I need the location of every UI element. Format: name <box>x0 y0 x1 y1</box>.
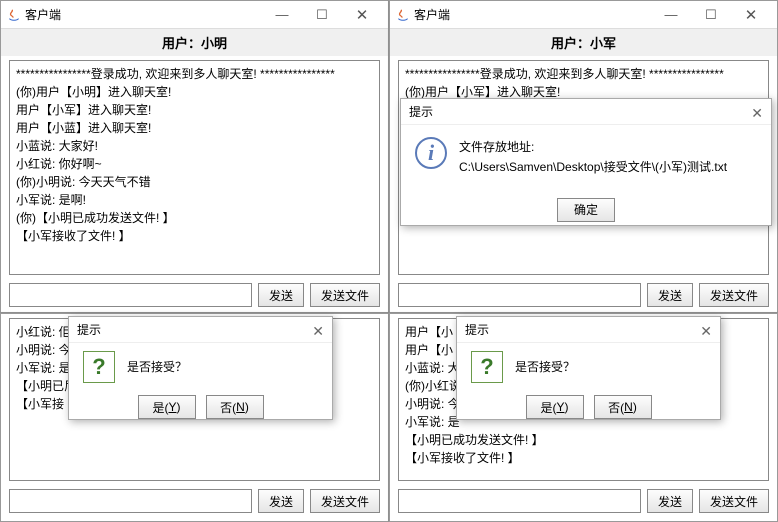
chat-line: (你)小明说: 今天天气不错 <box>16 173 373 191</box>
window-title: 客户端 <box>25 6 262 23</box>
close-icon[interactable]: ✕ <box>751 105 763 122</box>
file-path-value: C:\Users\Samven\Desktop\接受文件\(小军)测试.txt <box>459 157 727 177</box>
input-row: 发送 发送文件 <box>390 279 777 311</box>
dialog-text: 文件存放地址: C:\Users\Samven\Desktop\接受文件\(小军… <box>459 137 727 178</box>
chat-line: 【小军接收了文件! 】 <box>16 227 373 245</box>
message-input[interactable] <box>398 489 641 513</box>
input-row: 发送 发送文件 <box>390 485 777 517</box>
send-file-button[interactable]: 发送文件 <box>699 283 769 307</box>
message-input[interactable] <box>9 489 252 513</box>
dialog-buttons: 是(Y) 否(N) <box>457 387 720 431</box>
chat-line: 用户【小军】进入聊天室! <box>16 101 373 119</box>
ok-button[interactable]: 确定 <box>557 198 615 222</box>
chat-line: 用户【小蓝】进入聊天室! <box>16 119 373 137</box>
java-icon <box>7 8 21 22</box>
dialog-title-text: 提示 <box>465 321 489 338</box>
no-button[interactable]: 否(N) <box>206 395 264 419</box>
maximize-button[interactable]: ☐ <box>691 1 731 29</box>
send-file-button[interactable]: 发送文件 <box>310 489 380 513</box>
message-input[interactable] <box>9 283 252 307</box>
chat-line: 【小明已成功发送文件! 】 <box>405 431 762 449</box>
send-button[interactable]: 发送 <box>647 283 693 307</box>
close-icon[interactable]: ✕ <box>312 323 324 340</box>
question-icon: ? <box>471 351 503 383</box>
send-file-button[interactable]: 发送文件 <box>310 283 380 307</box>
dialog-title-text: 提示 <box>77 321 101 338</box>
chat-line: 小蓝说: 大家好! <box>16 137 373 155</box>
send-button[interactable]: 发送 <box>258 489 304 513</box>
chat-line: 小军说: 是啊! <box>16 191 373 209</box>
close-button[interactable]: ✕ <box>342 1 382 29</box>
chat-line: (你)用户【小明】进入聊天室! <box>16 83 373 101</box>
titlebar: 客户端 — ☐ ✕ <box>390 1 777 29</box>
confirm-dialog-left: 提示 ✕ ? 是否接受？ 是(Y) 否(N) <box>68 316 333 420</box>
chat-line: (你)【小明已成功发送文件! 】 <box>16 209 373 227</box>
info-icon: i <box>415 137 447 169</box>
chat-line: 【小军接收了文件! 】 <box>405 449 762 467</box>
message-input[interactable] <box>398 283 641 307</box>
dialog-body: ? 是否接受？ <box>69 343 332 387</box>
dialog-title: 提示 ✕ <box>69 317 332 343</box>
close-button[interactable]: ✕ <box>731 1 771 29</box>
dialog-question: 是否接受？ <box>127 357 187 377</box>
window-title: 客户端 <box>414 6 651 23</box>
input-row: 发送 发送文件 <box>1 279 388 311</box>
confirm-dialog-right: 提示 ✕ ? 是否接受？ 是(Y) 否(N) <box>456 316 721 420</box>
minimize-button[interactable]: — <box>651 1 691 29</box>
close-icon[interactable]: ✕ <box>700 323 712 340</box>
titlebar: 客户端 — ☐ ✕ <box>1 1 388 29</box>
question-icon: ? <box>83 351 115 383</box>
dialog-body: i 文件存放地址: C:\Users\Samven\Desktop\接受文件\(… <box>401 125 771 190</box>
yes-button[interactable]: 是(Y) <box>138 395 196 419</box>
chat-line: ****************登录成功, 欢迎来到多人聊天室! *******… <box>16 65 373 83</box>
chat-log: ****************登录成功, 欢迎来到多人聊天室! *******… <box>9 60 380 275</box>
dialog-title-text: 提示 <box>409 103 433 120</box>
client-window-xiaoming: 客户端 — ☐ ✕ 用户：小明 ****************登录成功, 欢迎… <box>0 0 389 313</box>
minimize-button[interactable]: — <box>262 1 302 29</box>
maximize-button[interactable]: ☐ <box>302 1 342 29</box>
dialog-body: ? 是否接受？ <box>457 343 720 387</box>
user-header: 用户：小明 <box>1 29 388 56</box>
no-button[interactable]: 否(N) <box>594 395 652 419</box>
input-row: 发送 发送文件 <box>1 485 388 517</box>
dialog-buttons: 是(Y) 否(N) <box>69 387 332 431</box>
dialog-title: 提示 ✕ <box>457 317 720 343</box>
send-file-button[interactable]: 发送文件 <box>699 489 769 513</box>
chat-line: ****************登录成功, 欢迎来到多人聊天室! *******… <box>405 65 762 83</box>
java-icon <box>396 8 410 22</box>
send-button[interactable]: 发送 <box>647 489 693 513</box>
chat-line: 小红说: 你好啊~ <box>16 155 373 173</box>
send-button[interactable]: 发送 <box>258 283 304 307</box>
yes-button[interactable]: 是(Y) <box>526 395 584 419</box>
dialog-title: 提示 ✕ <box>401 99 771 125</box>
user-header: 用户：小军 <box>390 29 777 56</box>
info-dialog: 提示 ✕ i 文件存放地址: C:\Users\Samven\Desktop\接… <box>400 98 772 226</box>
dialog-buttons: 确定 <box>401 190 771 234</box>
file-path-label: 文件存放地址: <box>459 137 727 157</box>
dialog-question: 是否接受？ <box>515 357 575 377</box>
